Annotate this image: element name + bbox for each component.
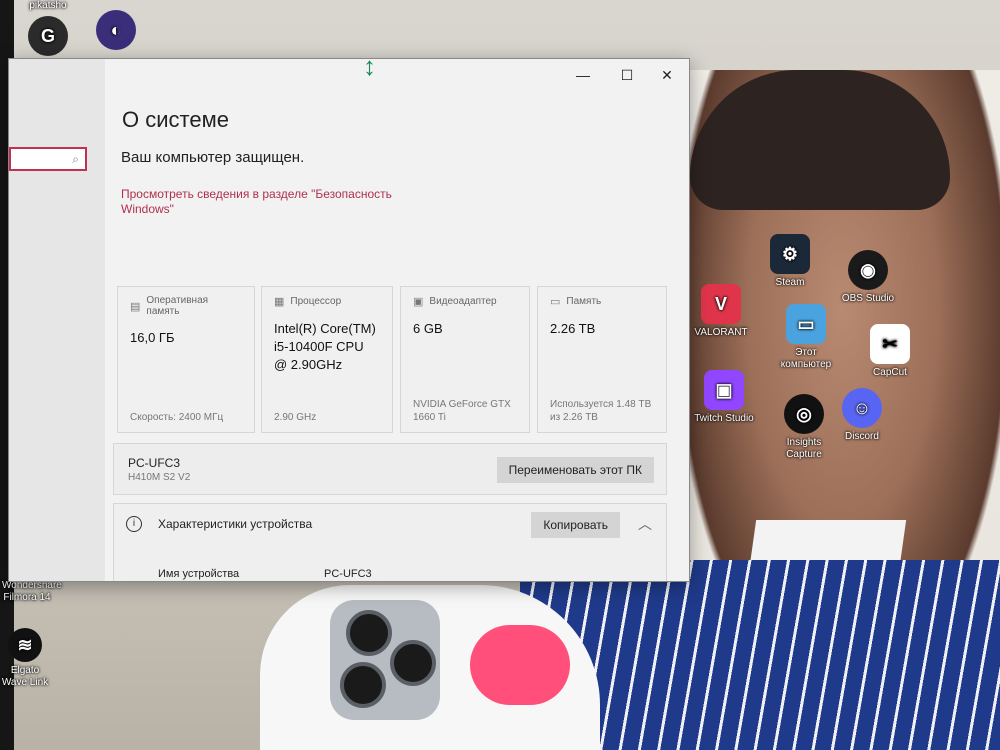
card-caption: Процессор bbox=[290, 296, 342, 307]
wallpaper-phone-camera bbox=[330, 600, 440, 720]
card-value: 2.26 TB bbox=[550, 321, 596, 336]
minimize-button[interactable]: — bbox=[565, 63, 601, 87]
gpu-card: ▣ Видеоадаптер 6 GB NVIDIA GeForce GTX 16… bbox=[400, 286, 530, 433]
steam-icon: ⚙ bbox=[770, 234, 810, 274]
rename-pc-button[interactable]: Переименовать этот ПК bbox=[496, 457, 654, 483]
card-caption: Оперативная память bbox=[146, 295, 209, 317]
copy-button[interactable]: Копировать bbox=[531, 512, 620, 538]
desktop-icon-label: Elgato Wave Link bbox=[1, 665, 49, 688]
planet-shield-icon: ◐ bbox=[96, 10, 136, 50]
discord-icon: ☺ bbox=[842, 388, 882, 428]
maximize-button[interactable]: ☐ bbox=[609, 63, 645, 87]
capcut-icon: ✂ bbox=[870, 324, 910, 364]
card-value: Intel(R) Core(TM) i5-10400F CPU @ 2.90GH… bbox=[274, 321, 376, 372]
logitech-g-icon: G bbox=[28, 16, 68, 56]
security-link[interactable]: Просмотреть сведения в разделе "Безопасн… bbox=[121, 187, 411, 217]
obs-icon: ◉ bbox=[848, 250, 888, 290]
search-input[interactable]: ⌕ bbox=[9, 147, 87, 171]
desktop-icon-capcut[interactable]: ✂ CapCut bbox=[852, 324, 928, 379]
chevron-up-icon[interactable]: ︿ bbox=[638, 514, 652, 534]
pc-name-row: PC-UFC3 H410M S2 V2 Переименовать этот П… bbox=[113, 443, 667, 495]
card-footer: Используется 1.48 TB из 2.26 TB bbox=[550, 399, 652, 423]
card-value: 6 GB bbox=[413, 321, 443, 336]
desktop-icon-label: Этот компьютер bbox=[780, 347, 832, 370]
settings-sidebar: ⌕ bbox=[9, 59, 105, 581]
desktop-icon-twitch-studio[interactable]: ▣ Twitch Studio bbox=[686, 370, 762, 425]
device-specs-title: Характеристики устройства bbox=[158, 517, 313, 531]
title-bar[interactable]: — ☐ ✕ bbox=[105, 59, 689, 91]
spec-key: Имя устройства bbox=[158, 568, 240, 580]
card-footer: NVIDIA GeForce GTX 1660 Ti bbox=[413, 399, 511, 423]
pc-model: H410M S2 V2 bbox=[128, 472, 191, 483]
desktop-icon-label: Insights Capture bbox=[786, 437, 822, 460]
wallpaper-bow bbox=[470, 625, 570, 705]
desktop-icon-wave-link[interactable]: ≋ Elgato Wave Link bbox=[0, 628, 62, 689]
desktop-icon-discord[interactable]: ☺ Discord bbox=[824, 388, 900, 443]
page-title: О системе bbox=[122, 107, 229, 132]
desktop-icon-obs[interactable]: ◉ OBS Studio bbox=[830, 250, 906, 305]
resize-cursor-icon: ↕ bbox=[363, 58, 376, 81]
desktop-icon-label: Wondershare Filmora 14 bbox=[2, 580, 62, 603]
desktop-icon-label: Discord bbox=[845, 431, 879, 442]
storage-card: ▭ Память 2.26 TB Используется 1.48 TB из … bbox=[537, 286, 667, 433]
storage-icon: ▭ bbox=[550, 296, 561, 308]
insights-capture-icon: ◎ bbox=[784, 394, 824, 434]
card-footer: 2.90 GHz bbox=[274, 412, 317, 423]
ram-card: ▤ Оперативная память 16,0 ГБ Скорость: 24… bbox=[117, 286, 255, 433]
desktop-icon-this-pc[interactable]: ▭ Этот компьютер bbox=[768, 304, 844, 371]
about-window: ⌕ — ☐ ✕ ↕ О системе Ваш компьютер защище… bbox=[8, 58, 690, 582]
card-caption: Видеоадаптер bbox=[429, 296, 497, 307]
spec-value: PC-UFC3 bbox=[324, 568, 372, 580]
desktop-icon-valorant[interactable]: V VALORANT bbox=[683, 284, 759, 339]
ram-icon: ▤ bbox=[130, 300, 141, 313]
desktop-icon-planet[interactable]: ◐ bbox=[78, 10, 154, 53]
desktop-icon-filmora[interactable]: Wondershare Filmora 14 bbox=[0, 580, 62, 604]
twitch-icon: ▣ bbox=[704, 370, 744, 410]
desktop-icon-label: Twitch Studio bbox=[694, 413, 754, 424]
search-icon: ⌕ bbox=[72, 152, 79, 166]
valorant-icon: V bbox=[701, 284, 741, 324]
wave-link-icon: ≋ bbox=[8, 628, 42, 662]
device-specs-section: i Характеристики устройства Копировать ︿… bbox=[113, 503, 667, 581]
desktop-icon-steam[interactable]: ⚙ Steam bbox=[752, 234, 828, 289]
desktop-icon-logitech[interactable]: pikatsho G bbox=[10, 0, 86, 59]
pc-name: PC-UFC3 bbox=[128, 456, 181, 470]
protection-status: Ваш компьютер защищен. bbox=[121, 149, 305, 166]
card-value: 16,0 ГБ bbox=[130, 330, 175, 345]
card-caption: Память bbox=[566, 296, 602, 307]
info-icon: i bbox=[126, 516, 142, 532]
card-footer: Скорость: 2400 МГц bbox=[130, 412, 224, 423]
cpu-icon: ▦ bbox=[274, 296, 285, 308]
computer-icon: ▭ bbox=[786, 304, 826, 344]
desktop-icon-label: CapCut bbox=[873, 367, 907, 378]
desktop-icon-label: VALORANT bbox=[694, 327, 748, 338]
top-partial-label: pikatsho bbox=[29, 0, 67, 11]
cpu-card: ▦ Процессор Intel(R) Core(TM) i5-10400F C… bbox=[261, 286, 393, 433]
gpu-icon: ▣ bbox=[413, 296, 424, 308]
desktop-icon-label: Steam bbox=[775, 277, 805, 288]
close-button[interactable]: ✕ bbox=[649, 63, 685, 87]
